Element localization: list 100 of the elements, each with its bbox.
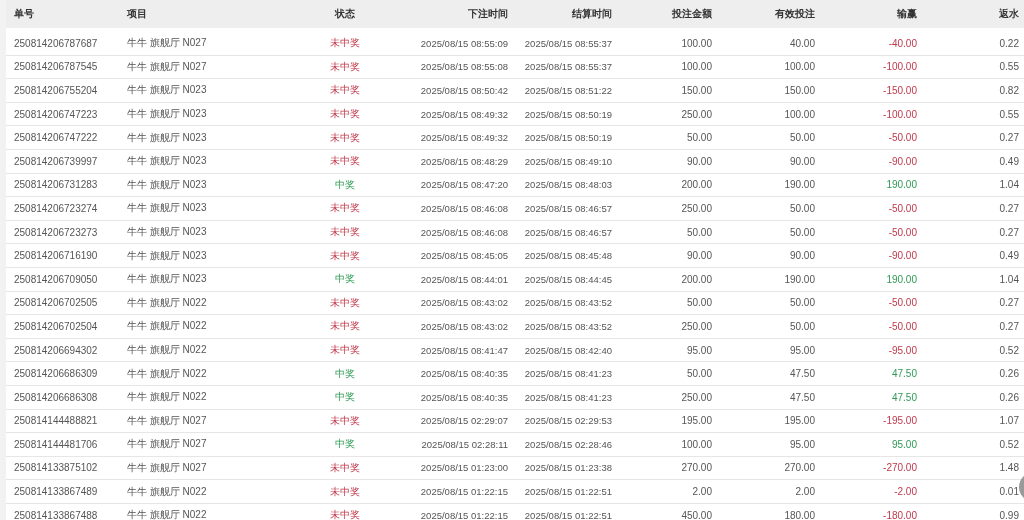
game-cell: 牛牛 旗舰厅 N022 <box>127 509 207 520</box>
profit-cell: -50.00 <box>888 297 917 309</box>
game-cell: 牛牛 旗舰厅 N022 <box>127 367 207 379</box>
amount-cell: 250.00 <box>681 108 712 120</box>
bet-time-cell: 2025/08/15 08:49:32 <box>420 132 508 144</box>
valid-bet-cell: 100.00 <box>784 61 815 73</box>
profit-cell: -90.00 <box>888 155 917 167</box>
settle-time-cell: 2025/08/15 01:22:51 <box>524 509 612 520</box>
bet-time-cell: 2025/08/15 01:22:15 <box>420 486 508 498</box>
order-number-cell: 250814206716190 <box>14 250 98 262</box>
rebate-cell: 0.22 <box>999 37 1019 49</box>
order-number-cell: 250814206723273 <box>14 226 98 238</box>
status-cell: 未中奖 <box>330 509 360 520</box>
rebate-cell: 0.52 <box>999 438 1019 450</box>
status-cell: 未中奖 <box>330 485 360 497</box>
order-number-cell: 250814206747223 <box>14 108 98 120</box>
game-cell: 牛牛 旗舰厅 N023 <box>127 155 207 167</box>
settle-time-cell: 2025/08/15 08:45:48 <box>524 250 612 262</box>
status-cell: 未中奖 <box>330 414 360 426</box>
settle-time-cell: 2025/08/15 08:42:40 <box>524 344 612 356</box>
amount-cell: 50.00 <box>686 226 712 238</box>
amount-cell: 195.00 <box>681 415 712 427</box>
order-number-cell: 250814144481706 <box>14 438 98 450</box>
settle-time-cell: 2025/08/15 02:28:46 <box>524 438 612 450</box>
status-cell: 未中奖 <box>330 462 360 473</box>
status-cell: 未中奖 <box>330 37 360 49</box>
game-cell: 牛牛 旗舰厅 N023 <box>127 273 207 285</box>
status-cell: 未中奖 <box>330 226 360 238</box>
column-header[interactable]: 结算时间 <box>572 8 612 19</box>
amount-cell: 200.00 <box>681 179 712 191</box>
valid-bet-cell: 195.00 <box>784 415 815 427</box>
bet-time-cell: 2025/08/15 01:23:00 <box>420 462 508 474</box>
rebate-cell: 1.04 <box>999 273 1019 285</box>
profit-cell: -50.00 <box>888 320 917 332</box>
order-number-cell: 250814206747222 <box>14 132 98 144</box>
settle-time-cell: 2025/08/15 01:22:51 <box>524 486 612 498</box>
valid-bet-cell: 95.00 <box>789 438 815 450</box>
settle-time-cell: 2025/08/15 02:29:53 <box>524 415 612 427</box>
profit-cell: -95.00 <box>888 344 917 356</box>
valid-bet-cell: 100.00 <box>784 108 815 120</box>
column-header[interactable]: 返水 <box>999 8 1019 19</box>
rebate-cell: 0.27 <box>999 202 1019 214</box>
amount-cell: 50.00 <box>686 132 712 144</box>
valid-bet-cell: 95.00 <box>789 344 815 356</box>
order-number-cell: 250814206702504 <box>14 320 98 332</box>
order-number-cell: 250814206787545 <box>14 61 98 73</box>
game-cell: 牛牛 旗舰厅 N027 <box>127 462 207 473</box>
rebate-cell: 0.27 <box>999 297 1019 309</box>
bet-time-cell: 2025/08/15 02:29:07 <box>420 415 508 427</box>
game-cell: 牛牛 旗舰厅 N023 <box>127 131 207 143</box>
valid-bet-cell: 150.00 <box>784 85 815 96</box>
column-header[interactable]: 输赢 <box>897 8 917 19</box>
profit-cell: -150.00 <box>883 85 917 96</box>
profit-cell: 190.00 <box>886 179 917 191</box>
order-number-cell: 250814133867488 <box>14 509 98 520</box>
column-header[interactable]: 有效投注 <box>775 8 815 19</box>
amount-cell: 100.00 <box>681 37 712 49</box>
status-cell: 未中奖 <box>330 60 360 72</box>
valid-bet-cell: 50.00 <box>789 226 815 238</box>
game-cell: 牛牛 旗舰厅 N023 <box>127 108 207 120</box>
status-cell: 未中奖 <box>330 320 360 332</box>
profit-cell: -195.00 <box>883 415 917 427</box>
amount-cell: 250.00 <box>681 320 712 332</box>
amount-cell: 90.00 <box>686 155 712 167</box>
amount-cell: 50.00 <box>686 368 712 380</box>
order-number-cell: 250814206787687 <box>14 37 98 49</box>
settle-time-cell: 2025/08/15 08:43:52 <box>524 320 612 332</box>
settle-time-cell: 2025/08/15 08:55:37 <box>524 61 612 73</box>
profit-cell: -270.00 <box>883 462 917 474</box>
bet-time-cell: 2025/08/15 08:46:08 <box>420 226 508 238</box>
order-number-cell: 250814206702505 <box>14 297 98 309</box>
column-header[interactable]: 状态 <box>335 8 355 19</box>
status-cell: 中奖 <box>335 367 355 379</box>
game-cell: 牛牛 旗舰厅 N023 <box>127 178 207 190</box>
status-cell: 中奖 <box>335 273 355 285</box>
column-header[interactable]: 下注时间 <box>468 8 508 19</box>
rebate-cell: 1.04 <box>999 179 1019 191</box>
game-cell: 牛牛 旗舰厅 N022 <box>127 320 207 332</box>
bet-time-cell: 2025/08/15 08:55:08 <box>420 61 508 73</box>
amount-cell: 90.00 <box>686 250 712 262</box>
profit-cell: -40.00 <box>888 37 917 49</box>
valid-bet-cell: 180.00 <box>784 509 815 520</box>
game-cell: 牛牛 旗舰厅 N027 <box>127 438 207 450</box>
valid-bet-cell: 190.00 <box>784 273 815 285</box>
bet-time-cell: 2025/08/15 08:50:42 <box>420 85 508 96</box>
column-header[interactable]: 单号 <box>14 8 34 19</box>
game-cell: 牛牛 旗舰厅 N027 <box>127 60 207 72</box>
status-cell: 中奖 <box>335 391 355 403</box>
settle-time-cell: 2025/08/15 08:48:03 <box>524 179 612 191</box>
valid-bet-cell: 50.00 <box>789 320 815 332</box>
game-cell: 牛牛 旗舰厅 N023 <box>127 84 207 96</box>
status-cell: 未中奖 <box>330 202 360 214</box>
status-cell: 未中奖 <box>330 249 360 261</box>
column-header[interactable]: 投注金额 <box>672 8 712 19</box>
column-header[interactable]: 项目 <box>127 8 147 19</box>
settle-time-cell: 2025/08/15 08:41:23 <box>524 368 612 380</box>
order-number-cell: 250814206686308 <box>14 391 98 403</box>
bet-time-cell: 2025/08/15 08:43:02 <box>420 297 508 309</box>
valid-bet-cell: 50.00 <box>789 297 815 309</box>
settle-time-cell: 2025/08/15 01:23:38 <box>524 462 612 474</box>
